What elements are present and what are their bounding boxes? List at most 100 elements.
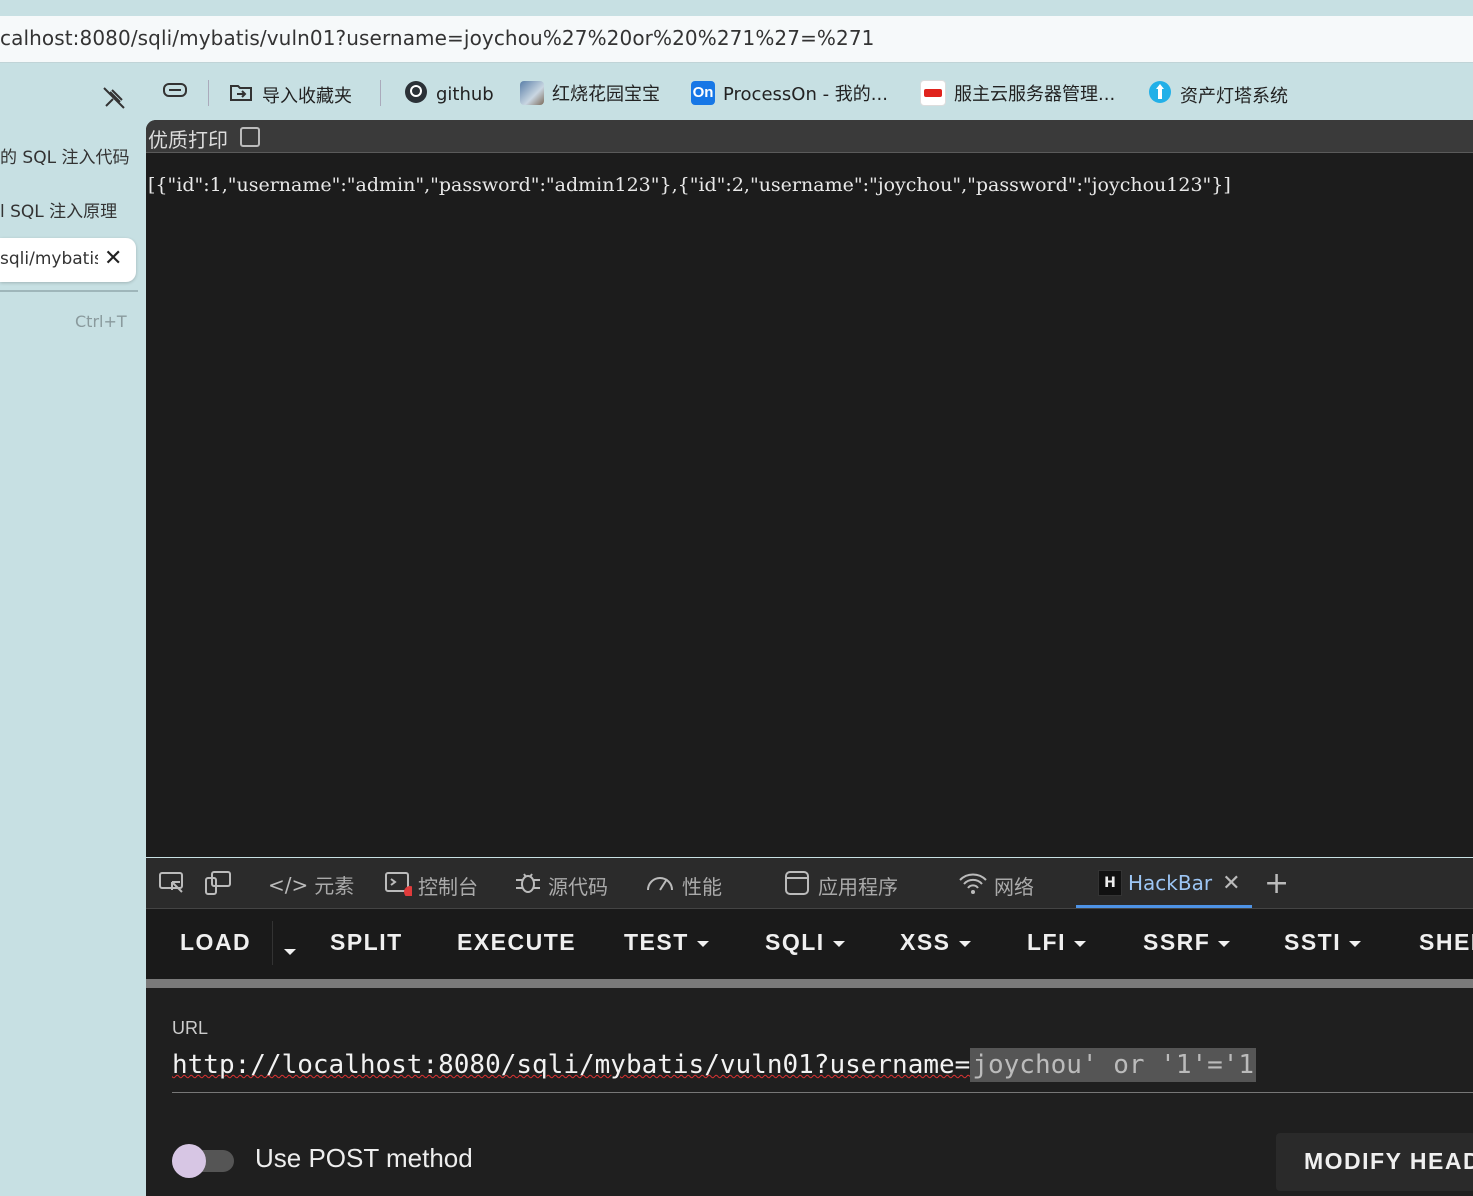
tab-label: 性能: [682, 875, 722, 899]
bookmark-processon[interactable]: On ProcessOn - 我的...: [691, 80, 888, 106]
chevron-down-icon: [1218, 940, 1231, 947]
test-label: TEST: [624, 929, 689, 955]
url-field-label: URL: [172, 1018, 209, 1038]
page-content: 优质打印 [{"id":1,"username":"admin","passwo…: [146, 120, 1473, 857]
ssrf-menu-button[interactable]: SSRF: [1143, 929, 1231, 956]
tab-console[interactable]: 控制台: [384, 870, 478, 901]
chevron-down-icon: [1074, 940, 1086, 947]
split-button[interactable]: SPLIT: [330, 929, 403, 956]
processon-icon: On: [691, 81, 715, 105]
bookmark-import[interactable]: 导入收藏夹: [228, 80, 352, 109]
devtools-panel: </> 元素 控制台 源代码 性能 应用程序 网络 H HackBar ✕ +: [146, 858, 1473, 1196]
lfi-menu-button[interactable]: LFI: [1027, 929, 1086, 956]
xss-menu-button[interactable]: XSS: [900, 929, 971, 956]
chevron-down-icon: [696, 940, 709, 947]
devtools-tab-bar: </> 元素 控制台 源代码 性能 应用程序 网络 H HackBar ✕ +: [146, 858, 1473, 909]
chevron-down-icon: [284, 948, 296, 955]
code-icon: </>: [268, 872, 309, 897]
collections-icon[interactable]: [162, 80, 188, 102]
url-prefix: http://localhost:8080/sqli/mybatis/vuln0…: [172, 1050, 971, 1080]
new-tab-shortcut[interactable]: Ctrl+T: [75, 312, 127, 331]
hackbar-icon: H: [1098, 870, 1122, 896]
pretty-print-label: 优质打印: [148, 128, 228, 152]
tab-performance[interactable]: 性能: [644, 870, 722, 901]
ssti-menu-button[interactable]: SSTI: [1284, 929, 1362, 956]
tab-hackbar[interactable]: H HackBar ✕: [1098, 870, 1241, 896]
post-method-toggle-knob[interactable]: [172, 1144, 206, 1178]
modify-headers-label: MODIFY HEAD: [1304, 1148, 1473, 1174]
tab-label: 网络: [994, 875, 1034, 899]
tab-label: 应用程序: [818, 875, 898, 899]
image-icon: [520, 81, 544, 105]
toolbar-divider: [272, 921, 273, 965]
vertical-tab[interactable]: 的 SQL 注入代码: [0, 132, 136, 176]
inspect-icon[interactable]: [158, 870, 186, 896]
shell-menu-button[interactable]: SHEL: [1419, 929, 1473, 956]
bookmark-label: 红烧花园宝宝: [552, 84, 660, 105]
close-tab-icon[interactable]: ✕: [104, 246, 122, 271]
unpin-sidebar-icon[interactable]: [100, 84, 128, 112]
bookmark-cloud[interactable]: 服主云服务器管理...: [920, 80, 1115, 106]
post-method-label: Use POST method: [255, 1143, 473, 1173]
ssrf-label: SSRF: [1143, 929, 1211, 955]
vertical-tab-active[interactable]: sqli/mybatis/ ✕: [0, 238, 136, 282]
address-text[interactable]: calhost:8080/sqli/mybatis/vuln01?usernam…: [0, 26, 875, 50]
tab-divider: [0, 290, 138, 292]
load-menu-button[interactable]: [276, 937, 296, 964]
tab-application[interactable]: 应用程序: [784, 870, 898, 901]
github-icon: [404, 80, 428, 109]
tab-label: HackBar: [1128, 871, 1213, 895]
address-bar[interactable]: calhost:8080/sqli/mybatis/vuln01?usernam…: [0, 16, 1473, 63]
sqli-menu-button[interactable]: SQLI: [765, 929, 845, 956]
device-toolbar-icon[interactable]: [204, 870, 232, 896]
test-menu-button[interactable]: TEST: [624, 929, 709, 956]
hackbar-divider: [146, 979, 1473, 988]
json-response: [{"id":1,"username":"admin","password":"…: [148, 174, 1231, 196]
chevron-down-icon: [958, 940, 971, 947]
bookmark-github[interactable]: github: [404, 80, 494, 109]
bookmark-hongshao[interactable]: 红烧花园宝宝: [520, 80, 660, 106]
execute-button[interactable]: EXECUTE: [457, 929, 576, 956]
bookmark-label: github: [436, 84, 494, 105]
close-hackbar-icon[interactable]: ✕: [1222, 871, 1240, 896]
chevron-down-icon: [1349, 940, 1362, 947]
pretty-print-bar: 优质打印: [146, 120, 1473, 153]
tab-label: 元素: [314, 874, 355, 898]
bookmark-separator: [208, 80, 209, 106]
tab-sources[interactable]: 源代码: [514, 870, 608, 901]
application-icon: [784, 870, 812, 901]
bookmark-label: 导入收藏夹: [262, 85, 352, 107]
bookmark-label: 服主云服务器管理...: [954, 84, 1116, 105]
bookmark-separator: [380, 80, 381, 106]
chevron-down-icon: [832, 940, 845, 947]
lighthouse-icon: [1148, 80, 1172, 109]
tab-title: 的 SQL 注入代码: [0, 148, 130, 168]
load-button[interactable]: LOAD: [180, 929, 251, 956]
url-input[interactable]: http://localhost:8080/sqli/mybatis/vuln0…: [172, 1048, 1257, 1082]
tab-network[interactable]: 网络: [958, 870, 1034, 901]
bookmarks-bar: 导入收藏夹 github 红烧花园宝宝 On ProcessOn - 我的...…: [150, 64, 1473, 120]
modify-headers-button[interactable]: MODIFY HEAD: [1276, 1133, 1473, 1191]
bookmark-label: 资产灯塔系统: [1180, 85, 1288, 107]
tab-title: sqli/mybatis/: [0, 249, 98, 269]
sqli-label: SQLI: [765, 929, 825, 955]
import-icon: [228, 80, 254, 109]
url-selected-text: joychou' or '1'='1: [970, 1048, 1257, 1082]
wifi-icon: [958, 870, 988, 901]
url-underline: [172, 1092, 1473, 1093]
hackbar-toolbar: LOAD SPLIT EXECUTE TEST SQLI XSS LFI SSR…: [146, 909, 1473, 979]
tab-label: 源代码: [548, 875, 608, 899]
ssti-label: SSTI: [1284, 929, 1342, 955]
tab-label: 控制台: [418, 875, 478, 899]
add-tab-icon[interactable]: +: [1264, 866, 1289, 901]
lfi-label: LFI: [1027, 929, 1066, 955]
pretty-print-checkbox[interactable]: [240, 127, 260, 147]
vertical-tab[interactable]: l SQL 注入原理: [0, 186, 136, 230]
gauge-icon: [644, 870, 676, 901]
active-tab-indicator: [1076, 905, 1252, 908]
bookmark-lighthouse[interactable]: 资产灯塔系统: [1148, 80, 1288, 109]
tab-title: l SQL 注入原理: [0, 202, 118, 222]
tab-elements[interactable]: </> 元素: [268, 870, 354, 899]
console-icon: [384, 870, 416, 901]
bug-icon: [514, 870, 542, 901]
